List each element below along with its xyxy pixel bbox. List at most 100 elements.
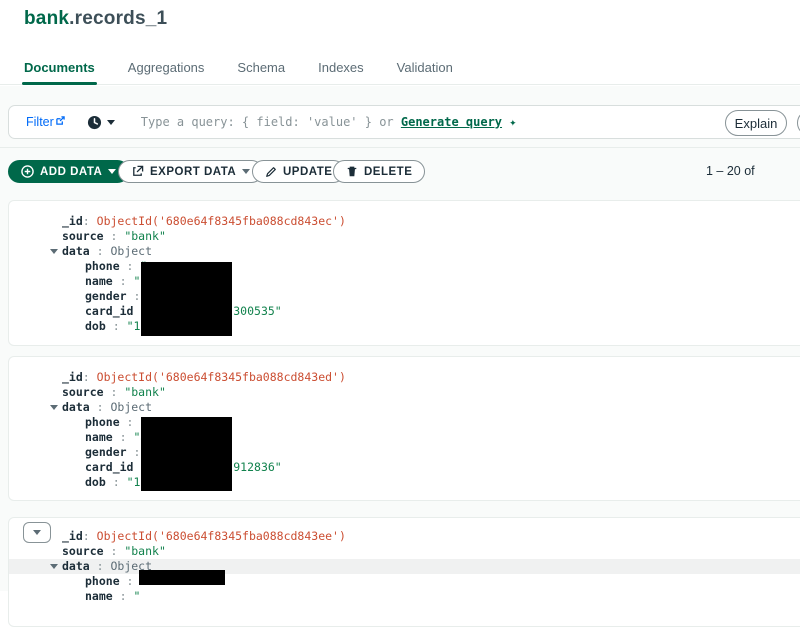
- redacted-value-overlay: [141, 262, 232, 336]
- field-row-phone[interactable]: phone :: [9, 574, 800, 589]
- chevron-down-icon: [33, 530, 41, 535]
- field-row-name[interactable]: name : ": [9, 589, 800, 604]
- field-value: Object: [110, 244, 153, 258]
- field-value: ObjectId('680e64f8345fba088cd843ec'): [96, 214, 346, 228]
- chevron-down-icon: [108, 169, 117, 174]
- field-row-_id[interactable]: _id: ObjectId('680e64f8345fba088cd843ee'…: [9, 529, 800, 544]
- field-key: _id: [62, 214, 83, 228]
- field-separator: :: [82, 370, 97, 384]
- field-value: ObjectId('680e64f8345fba088cd843ee'): [96, 529, 346, 543]
- tab-indexes[interactable]: Indexes: [318, 60, 364, 84]
- external-link-icon: [56, 116, 65, 125]
- field-row-name[interactable]: name : "年: [9, 430, 800, 445]
- add-data-button[interactable]: ADD DATA: [8, 160, 130, 183]
- document-card: _id: ObjectId('680e64f8345fba088cd843ec'…: [8, 200, 800, 346]
- filter-link[interactable]: Filter: [26, 115, 65, 129]
- field-separator: :: [82, 214, 97, 228]
- field-key: source: [62, 544, 104, 558]
- field-value: 912836": [233, 460, 282, 474]
- field-row-dob[interactable]: dob : "19: [9, 475, 800, 490]
- redacted-value-overlay: [139, 570, 225, 585]
- trash-icon: [347, 166, 357, 177]
- delete-button[interactable]: DELETE: [333, 160, 426, 183]
- field-row-_id[interactable]: _id: ObjectId('680e64f8345fba088cd843ed'…: [9, 370, 800, 385]
- field-key: gender: [85, 445, 127, 459]
- export-data-button[interactable]: EXPORT DATA: [118, 160, 264, 183]
- field-key: _id: [62, 529, 83, 543]
- field-row-source[interactable]: source : "bank": [9, 544, 800, 559]
- query-history-dropdown[interactable]: [87, 115, 115, 130]
- field-separator: :: [103, 229, 125, 243]
- generate-query-link[interactable]: Generate query: [401, 115, 502, 129]
- section-divider: [0, 147, 800, 148]
- field-row-dob[interactable]: dob : "19: [9, 319, 800, 334]
- field-separator: :: [119, 574, 141, 588]
- field-separator: :: [103, 544, 125, 558]
- field-key: name: [85, 589, 113, 603]
- field-separator: :: [89, 400, 111, 414]
- field-value: ObjectId('680e64f8345fba088cd843ed'): [96, 370, 346, 384]
- field-row-card_id[interactable]: card_id : 912836": [9, 460, 800, 475]
- field-value: "bank": [124, 229, 166, 243]
- document-card: _id: ObjectId('680e64f8345fba088cd843ed'…: [8, 356, 800, 501]
- field-row-_id[interactable]: _id: ObjectId('680e64f8345fba088cd843ec'…: [9, 214, 800, 229]
- field-key: source: [62, 385, 104, 399]
- field-key: dob: [85, 319, 106, 333]
- clock-icon: [87, 115, 101, 129]
- expand-caret-icon[interactable]: [50, 405, 58, 410]
- field-row-gender[interactable]: gender :: [9, 445, 800, 460]
- field-row-phone[interactable]: phone : ": [9, 259, 800, 274]
- field-separator: :: [112, 430, 134, 444]
- field-separator: :: [112, 589, 134, 603]
- field-separator: :: [82, 529, 97, 543]
- collapse-document-button[interactable]: [23, 522, 51, 543]
- update-button[interactable]: UPDATE: [252, 160, 346, 183]
- field-row-name[interactable]: name : "自: [9, 274, 800, 289]
- query-input[interactable]: Type a query: { field: 'value' } or Gene…: [141, 115, 517, 129]
- field-separator: :: [112, 274, 134, 288]
- field-row-phone[interactable]: phone : ": [9, 415, 800, 430]
- pencil-icon: [266, 166, 276, 177]
- field-key: data: [62, 400, 90, 414]
- field-row-data[interactable]: data : Object: [9, 244, 800, 259]
- field-row-data[interactable]: data : Object: [9, 400, 800, 415]
- tab-bar: Documents Aggregations Schema Indexes Valida…: [0, 55, 800, 85]
- pagination-status: 1 – 20 of: [706, 164, 755, 178]
- field-key: phone: [85, 259, 120, 273]
- field-row-data[interactable]: data : Object: [9, 559, 800, 574]
- explain-button[interactable]: Explain: [725, 110, 787, 136]
- field-separator: :: [119, 415, 141, 429]
- field-value: 300535": [233, 304, 282, 318]
- filter-label: Filter: [26, 115, 54, 129]
- delete-label: DELETE: [364, 165, 413, 178]
- field-row-source[interactable]: source : "bank": [9, 385, 800, 400]
- update-label: UPDATE: [283, 165, 333, 178]
- tab-schema[interactable]: Schema: [237, 60, 285, 84]
- field-value: ": [133, 589, 141, 603]
- field-key: card_id: [85, 304, 134, 318]
- field-key: data: [62, 244, 90, 258]
- collection-namespace-title: bank.records_1: [24, 8, 167, 30]
- add-data-label: ADD DATA: [40, 165, 103, 178]
- field-separator: :: [89, 244, 111, 258]
- field-row-source[interactable]: source : "bank": [9, 229, 800, 244]
- field-row-card_id[interactable]: card_id : 300535": [9, 304, 800, 319]
- expand-caret-icon[interactable]: [50, 249, 58, 254]
- tab-aggregations[interactable]: Aggregations: [128, 60, 205, 84]
- tab-validation[interactable]: Validation: [397, 60, 453, 84]
- field-value: Object: [110, 400, 153, 414]
- tab-documents[interactable]: Documents: [22, 60, 97, 85]
- collection-name: records_1: [74, 8, 168, 29]
- explain-label: Explain: [734, 115, 778, 131]
- field-separator: :: [105, 319, 127, 333]
- crud-toolbar: ADD DATA EXPORT DATA UPDATE DELETE 1 – 2…: [0, 160, 800, 184]
- plus-circle-icon: [21, 165, 34, 178]
- field-key: phone: [85, 415, 120, 429]
- field-key: data: [62, 559, 90, 573]
- export-data-label: EXPORT DATA: [150, 165, 237, 178]
- field-row-gender[interactable]: gender :: [9, 289, 800, 304]
- expand-caret-icon[interactable]: [50, 564, 58, 569]
- field-value: "bank": [124, 544, 166, 558]
- field-separator: :: [103, 385, 125, 399]
- field-key: name: [85, 274, 113, 288]
